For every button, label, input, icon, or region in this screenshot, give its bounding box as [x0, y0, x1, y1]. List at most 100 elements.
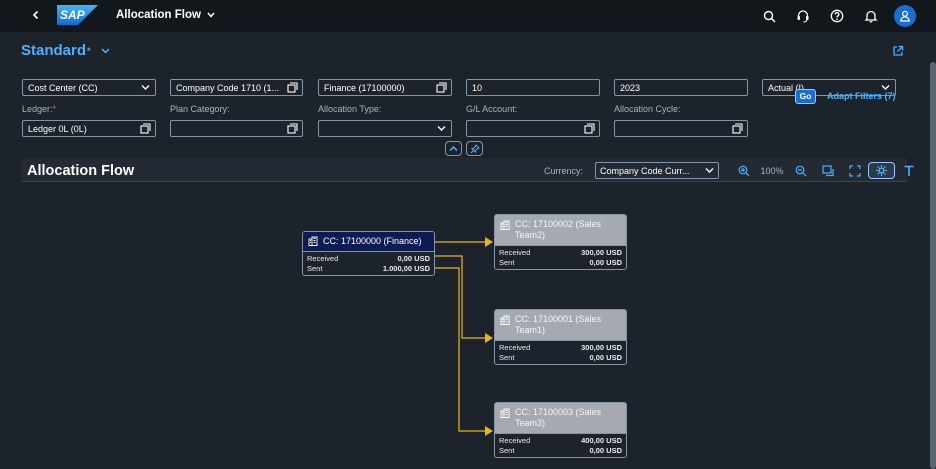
- graph-edges: [435, 237, 493, 436]
- chevron-left-icon: [32, 10, 39, 20]
- zoom-in-button[interactable]: [730, 162, 757, 179]
- building-icon: [500, 408, 510, 418]
- node-header: CC: 17100001 (Sales Team1): [495, 310, 626, 340]
- node-body: Received 300,00 USD Sent 0,00 USD: [495, 340, 626, 364]
- logo-text: SAP: [60, 8, 85, 22]
- pin-header-button[interactable]: [466, 141, 483, 156]
- support-button[interactable]: [792, 5, 814, 27]
- zoom-out-icon: [795, 165, 806, 176]
- cost-center-value: Finance (17100000): [324, 83, 405, 93]
- zoom-level: 100%: [760, 165, 784, 176]
- chevron-down-icon: [101, 47, 110, 54]
- edge-to-17100002: [435, 237, 493, 247]
- fullscreen-icon: [848, 164, 861, 177]
- network-icon: [876, 165, 887, 176]
- plan-category-input[interactable]: [170, 120, 303, 137]
- allocation-cycle-label: Allocation Cycle:: [614, 104, 681, 114]
- period-value: 10: [472, 83, 483, 93]
- sent-value: 0,00 USD: [589, 257, 622, 267]
- ledger-value: Ledger 0L (0L): [28, 124, 87, 134]
- building-icon: [500, 220, 510, 230]
- allocation-cycle-input[interactable]: [614, 120, 748, 137]
- edge-to-17100001: [435, 255, 493, 343]
- value-help-icon: [287, 123, 298, 134]
- variant-modified-mark: *: [87, 45, 91, 56]
- building-icon: [500, 315, 510, 325]
- back-button[interactable]: [28, 7, 44, 23]
- sent-label: Sent: [499, 352, 515, 362]
- value-help-icon: [287, 82, 298, 93]
- gl-account-label: G/L Account:: [466, 104, 518, 114]
- currency-value: Company Code Curr...: [600, 166, 690, 176]
- company-code-input[interactable]: Company Code 1710 (1...: [170, 79, 303, 96]
- adapt-filters-button[interactable]: Adapt Filters (7): [827, 91, 896, 101]
- search-icon: [763, 10, 776, 23]
- graph-canvas[interactable]: CC: 17100000 (Finance) Received 0,00 USD …: [22, 182, 907, 469]
- go-button[interactable]: Go: [795, 89, 816, 104]
- required-mark: *: [52, 104, 57, 114]
- arrow-head-icon: [485, 237, 493, 247]
- cost-center-input[interactable]: Finance (17100000): [318, 79, 452, 96]
- gl-account-input[interactable]: [466, 120, 600, 137]
- object-type-select[interactable]: Cost Center (CC): [22, 79, 156, 96]
- chevron-down-icon: [141, 85, 150, 90]
- collapse-header-button[interactable]: [445, 141, 462, 156]
- share-button[interactable]: [892, 44, 904, 62]
- help-button[interactable]: [826, 5, 848, 27]
- chevron-down-icon: [705, 168, 714, 173]
- overview-button[interactable]: [814, 162, 841, 179]
- chevron-down-icon: [437, 126, 446, 131]
- zoom-out-button[interactable]: [787, 162, 814, 179]
- sent-label: Sent: [499, 445, 515, 455]
- received-value: 300,00 USD: [581, 248, 622, 257]
- period-input[interactable]: 10: [466, 79, 600, 96]
- share-icon: [893, 45, 904, 56]
- company-code-value: Company Code 1710 (1...: [176, 83, 280, 93]
- node-17100003[interactable]: CC: 17100003 (Sales Team3) Received 400,0…: [494, 402, 627, 458]
- node-body: Received 300,00 USD Sent 0,00 USD: [495, 245, 626, 269]
- received-label: Received: [499, 248, 531, 257]
- app-title-menu[interactable]: Allocation Flow: [116, 9, 215, 21]
- pin-icon: [470, 143, 480, 153]
- allocation-type-select[interactable]: [318, 120, 452, 137]
- value-help-icon: [584, 123, 595, 134]
- currency-select[interactable]: Company Code Curr...: [595, 162, 719, 179]
- sent-label: Sent: [499, 257, 515, 267]
- received-value: 300,00 USD: [581, 343, 622, 352]
- sent-label: Sent: [307, 263, 323, 273]
- plan-category-label: Plan Category:: [170, 104, 230, 114]
- node-17100000[interactable]: CC: 17100000 (Finance) Received 0,00 USD …: [302, 231, 435, 276]
- allocation-flow-panel: Allocation Flow Currency: Company Code C…: [22, 158, 913, 469]
- building-icon: [308, 236, 318, 246]
- page-scrollbar[interactable]: [930, 62, 936, 469]
- shell-bar: SAP Allocation Flow: [0, 0, 936, 32]
- fiscal-year-input[interactable]: 2023: [614, 79, 748, 96]
- search-button[interactable]: [758, 5, 780, 27]
- user-avatar-button[interactable]: [894, 5, 916, 27]
- help-icon: [830, 9, 844, 23]
- currency-label: Currency:: [544, 166, 584, 176]
- ledger-label: Ledger:*: [22, 104, 57, 114]
- text-toggle-button[interactable]: [895, 162, 922, 179]
- ledger-input[interactable]: Ledger 0L (0L): [22, 120, 156, 137]
- received-label: Received: [499, 343, 531, 352]
- node-title: CC: 17100001 (Sales Team1): [515, 314, 602, 335]
- text-icon: [904, 165, 913, 176]
- sent-value: 0,00 USD: [589, 352, 622, 362]
- zoom-in-icon: [738, 165, 749, 176]
- arrow-head-icon: [485, 426, 493, 436]
- node-17100002[interactable]: CC: 17100002 (Sales Team2) Received 300,0…: [494, 214, 627, 270]
- variant-management[interactable]: Standard *: [21, 42, 110, 59]
- allocation-type-label: Allocation Type:: [318, 104, 382, 114]
- node-header: CC: 17100000 (Finance): [303, 232, 434, 251]
- arrow-head-icon: [485, 333, 493, 343]
- node-body: Received 400,00 USD Sent 0,00 USD: [495, 433, 626, 457]
- notifications-button[interactable]: [860, 5, 882, 27]
- fullscreen-button[interactable]: [841, 162, 868, 179]
- received-label: Received: [499, 436, 531, 445]
- edge-to-17100003: [435, 267, 493, 436]
- layout-toggle-button[interactable]: [868, 162, 895, 179]
- value-help-icon: [732, 123, 743, 134]
- bell-icon: [864, 10, 878, 23]
- node-17100001[interactable]: CC: 17100001 (Sales Team1) Received 300,0…: [494, 309, 627, 365]
